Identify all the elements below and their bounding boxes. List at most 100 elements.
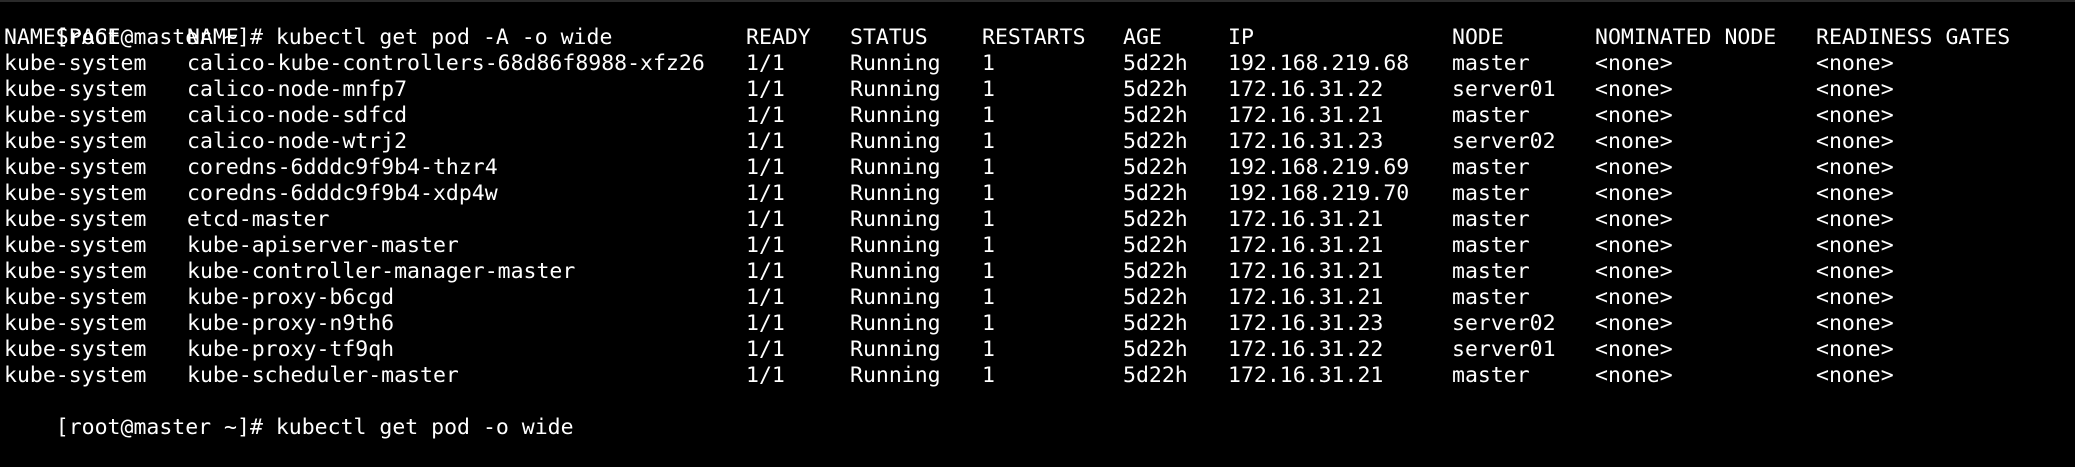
- cell-restarts: 1: [982, 207, 995, 232]
- table-row: kube-system calico-node-sdfcd 1/1 Running 1 5…: [4, 103, 2064, 129]
- table-row: kube-system kube-scheduler-master 1/1 Runni…: [4, 363, 2064, 389]
- cell-ip: 172.16.31.22: [1228, 77, 1384, 102]
- cell-restarts: 1: [982, 259, 995, 284]
- cell-node: master: [1452, 363, 1530, 388]
- table-row: kube-system kube-apiserver-master 1/1 Runni…: [4, 233, 2064, 259]
- cell-name: coredns-6dddc9f9b4-xdp4w: [187, 181, 498, 206]
- header-node: NODE: [1452, 25, 1504, 50]
- cell-ip: 192.168.219.68: [1228, 51, 1410, 76]
- cell-restarts: 1: [982, 129, 995, 154]
- cell-restarts: 1: [982, 311, 995, 336]
- table-row: kube-system etcd-master 1/1 Running 1 5d22h 17…: [4, 207, 2064, 233]
- cell-ip: 172.16.31.21: [1228, 285, 1384, 310]
- cell-ready: 1/1: [746, 337, 785, 362]
- cell-readiness-gates: <none>: [1816, 181, 1894, 206]
- cell-node: master: [1452, 285, 1530, 310]
- cell-name: calico-node-sdfcd: [187, 103, 408, 128]
- cell-ready: 1/1: [746, 77, 785, 102]
- cell-age: 5d22h: [1123, 77, 1188, 102]
- cell-ready: 1/1: [746, 51, 785, 76]
- cell-status: Running: [850, 363, 941, 388]
- cell-namespace: kube-system: [4, 129, 147, 154]
- cell-status: Running: [850, 181, 941, 206]
- cell-node: master: [1452, 233, 1530, 258]
- shell-prompt: [root@master ~]#: [55, 415, 276, 440]
- cell-age: 5d22h: [1123, 259, 1188, 284]
- cell-restarts: 1: [982, 337, 995, 362]
- cell-namespace: kube-system: [4, 285, 147, 310]
- cell-ready: 1/1: [746, 259, 785, 284]
- cell-namespace: kube-system: [4, 155, 147, 180]
- cell-restarts: 1: [982, 363, 995, 388]
- cell-name: calico-kube-controllers-68d86f8988-xfz26: [187, 51, 705, 76]
- header-status: STATUS: [850, 25, 928, 50]
- table-header-row: NAMESPACE NAME READY STATUS RESTARTS AGE…: [4, 25, 2064, 51]
- cell-ready: 1/1: [746, 103, 785, 128]
- cell-age: 5d22h: [1123, 155, 1188, 180]
- prompt-line-last: [root@master ~]# kubectl get pod -o wide: [4, 389, 2064, 440]
- cell-ready: 1/1: [746, 363, 785, 388]
- cell-nominated-node: <none>: [1595, 51, 1673, 76]
- cell-namespace: kube-system: [4, 103, 147, 128]
- cell-status: Running: [850, 129, 941, 154]
- cell-namespace: kube-system: [4, 233, 147, 258]
- cell-age: 5d22h: [1123, 103, 1188, 128]
- cell-ready: 1/1: [746, 311, 785, 336]
- cell-namespace: kube-system: [4, 311, 147, 336]
- header-nominated-node: NOMINATED NODE: [1595, 25, 1777, 50]
- cell-namespace: kube-system: [4, 207, 147, 232]
- header-readiness-gates: READINESS GATES: [1816, 25, 2011, 50]
- cell-ready: 1/1: [746, 155, 785, 180]
- cell-restarts: 1: [982, 233, 995, 258]
- cell-status: Running: [850, 285, 941, 310]
- cell-nominated-node: <none>: [1595, 233, 1673, 258]
- cell-age: 5d22h: [1123, 51, 1188, 76]
- cell-status: Running: [850, 103, 941, 128]
- cell-nominated-node: <none>: [1595, 207, 1673, 232]
- cell-ip: 172.16.31.23: [1228, 129, 1384, 154]
- cell-readiness-gates: <none>: [1816, 233, 1894, 258]
- cell-nominated-node: <none>: [1595, 363, 1673, 388]
- header-age: AGE: [1123, 25, 1162, 50]
- cell-node: master: [1452, 155, 1530, 180]
- cell-name: calico-node-wtrj2: [187, 129, 408, 154]
- cell-readiness-gates: <none>: [1816, 77, 1894, 102]
- terminal-window[interactable]: [root@master ~]# kubectl get pod -A -o w…: [0, 0, 2075, 440]
- cell-ready: 1/1: [746, 129, 785, 154]
- cell-nominated-node: <none>: [1595, 337, 1673, 362]
- table-row: kube-system calico-node-mnfp7 1/1 Running 1 5…: [4, 77, 2064, 103]
- cell-nominated-node: <none>: [1595, 129, 1673, 154]
- cell-ready: 1/1: [746, 181, 785, 206]
- cell-namespace: kube-system: [4, 51, 147, 76]
- cell-nominated-node: <none>: [1595, 77, 1673, 102]
- cell-ip: 172.16.31.23: [1228, 311, 1384, 336]
- cell-node: master: [1452, 103, 1530, 128]
- cell-name: kube-scheduler-master: [187, 363, 459, 388]
- cell-readiness-gates: <none>: [1816, 363, 1894, 388]
- cell-node: server02: [1452, 311, 1556, 336]
- cell-age: 5d22h: [1123, 129, 1188, 154]
- cell-name: kube-proxy-b6cgd: [187, 285, 395, 310]
- cell-namespace: kube-system: [4, 259, 147, 284]
- cell-age: 5d22h: [1123, 311, 1188, 336]
- cell-name: coredns-6dddc9f9b4-thzr4: [187, 155, 498, 180]
- cell-ip: 172.16.31.21: [1228, 233, 1384, 258]
- cell-nominated-node: <none>: [1595, 103, 1673, 128]
- header-restarts: RESTARTS: [982, 25, 1086, 50]
- cell-status: Running: [850, 233, 941, 258]
- cell-restarts: 1: [982, 51, 995, 76]
- table-row: kube-system coredns-6dddc9f9b4-thzr4 1/1 Ru…: [4, 155, 2064, 181]
- cell-name: kube-proxy-n9th6: [187, 311, 395, 336]
- cell-age: 5d22h: [1123, 337, 1188, 362]
- cell-node: master: [1452, 181, 1530, 206]
- cell-ready: 1/1: [746, 233, 785, 258]
- cell-readiness-gates: <none>: [1816, 285, 1894, 310]
- cell-readiness-gates: <none>: [1816, 129, 1894, 154]
- cell-ip: 192.168.219.69: [1228, 155, 1410, 180]
- cell-ip: 172.16.31.21: [1228, 207, 1384, 232]
- cell-ready: 1/1: [746, 207, 785, 232]
- cell-readiness-gates: <none>: [1816, 103, 1894, 128]
- table-row: kube-system kube-proxy-tf9qh 1/1 Running 1 5d…: [4, 337, 2064, 363]
- cell-status: Running: [850, 259, 941, 284]
- cell-status: Running: [850, 155, 941, 180]
